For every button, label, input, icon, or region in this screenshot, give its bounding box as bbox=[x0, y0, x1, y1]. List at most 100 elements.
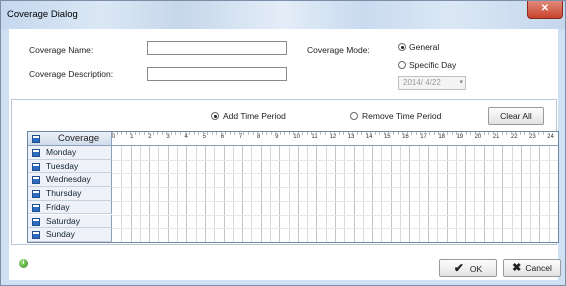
grid-hline bbox=[112, 200, 558, 202]
hour-tick bbox=[492, 132, 494, 135]
hour-tick bbox=[166, 132, 168, 135]
hour-tick bbox=[411, 132, 413, 135]
hour-tick bbox=[474, 132, 476, 135]
hour-tick bbox=[234, 132, 236, 135]
info-icon[interactable]: i bbox=[19, 259, 28, 268]
hour-tick bbox=[143, 132, 145, 135]
day-row-monday[interactable]: Monday bbox=[28, 146, 112, 160]
hour-tick bbox=[257, 132, 259, 135]
clear-all-button[interactable]: Clear All bbox=[488, 107, 544, 125]
remove-time-period-radio[interactable] bbox=[350, 112, 358, 120]
coverage-description-label: Coverage Description: bbox=[29, 69, 114, 79]
hour-tick bbox=[343, 132, 345, 135]
hour-label: 21 bbox=[492, 134, 500, 140]
day-row-wednesday[interactable]: Wednesday bbox=[28, 173, 112, 188]
hour-tick bbox=[152, 132, 154, 135]
hour-tick bbox=[433, 132, 435, 135]
hour-tick bbox=[402, 132, 404, 135]
day-row-sunday[interactable]: Sunday bbox=[28, 228, 112, 242]
calendar-icon bbox=[32, 176, 40, 185]
hour-tick bbox=[238, 132, 240, 135]
hour-tick bbox=[198, 132, 200, 135]
grid-hline bbox=[112, 159, 558, 161]
check-icon: ✔ bbox=[453, 261, 464, 275]
calendar-icon bbox=[32, 231, 40, 240]
hour-tick bbox=[116, 132, 118, 135]
ok-label: OK bbox=[469, 264, 483, 274]
add-time-period-radio[interactable] bbox=[211, 112, 219, 120]
coverage-mode-label: Coverage Mode: bbox=[307, 45, 370, 55]
hour-tick bbox=[229, 132, 231, 135]
hour-tick bbox=[207, 132, 209, 135]
hour-tick bbox=[461, 132, 462, 135]
hour-tick bbox=[297, 132, 299, 135]
hour-tick bbox=[533, 132, 535, 135]
coverage-header: Coverage bbox=[28, 132, 112, 146]
hour-tick bbox=[442, 132, 444, 135]
hour-tick bbox=[275, 132, 277, 135]
ok-button[interactable]: ✔ OK bbox=[439, 259, 497, 277]
mode-general-radio[interactable] bbox=[398, 43, 406, 51]
day-label: Thursday bbox=[46, 188, 82, 199]
hour-tick bbox=[424, 132, 426, 135]
close-icon: ✕ bbox=[540, 3, 550, 14]
hour-tick bbox=[388, 132, 390, 135]
hour-tick bbox=[247, 132, 249, 135]
day-row-friday[interactable]: Friday bbox=[28, 200, 112, 215]
hour-tick bbox=[266, 132, 268, 135]
hour-tick bbox=[347, 132, 349, 135]
hour-tick bbox=[139, 132, 141, 135]
day-label: Friday bbox=[46, 201, 70, 212]
date-picker: 2014/ 4/22 ▾ bbox=[398, 76, 466, 90]
hour-tick bbox=[497, 132, 499, 135]
hour-tick bbox=[515, 132, 517, 135]
hour-label: 15 bbox=[383, 134, 391, 140]
hour-tick bbox=[542, 132, 544, 135]
day-row-thursday[interactable]: Thursday bbox=[28, 187, 112, 201]
hour-tick bbox=[315, 132, 317, 135]
hour-tick bbox=[483, 132, 485, 135]
hour-tick bbox=[161, 132, 163, 135]
hour-tick bbox=[211, 132, 213, 135]
coverage-name-input[interactable] bbox=[147, 41, 287, 55]
hour-label: 18 bbox=[438, 134, 446, 140]
hour-tick bbox=[320, 132, 322, 135]
hour-label: 23 bbox=[528, 134, 536, 140]
hour-label: 16 bbox=[402, 134, 409, 140]
hour-tick bbox=[524, 132, 526, 135]
time-slot-grid[interactable] bbox=[112, 146, 558, 242]
calendar-icon bbox=[32, 149, 40, 157]
hour-tick bbox=[438, 132, 440, 135]
cancel-button[interactable]: ✖ Cancel bbox=[503, 259, 561, 277]
date-value: 2014/ 4/22 bbox=[403, 78, 441, 87]
hour-tick bbox=[510, 132, 512, 135]
calendar-icon bbox=[32, 190, 40, 199]
hour-tick bbox=[112, 132, 113, 135]
day-row-tuesday[interactable]: Tuesday bbox=[28, 159, 112, 174]
hour-tick bbox=[329, 132, 331, 135]
hour-label: 10 bbox=[293, 134, 300, 140]
hour-tick bbox=[447, 132, 449, 135]
hour-tick bbox=[284, 132, 286, 135]
close-button[interactable]: ✕ bbox=[527, 1, 563, 19]
hour-tick bbox=[538, 132, 540, 135]
day-row-saturday[interactable]: Saturday bbox=[28, 214, 112, 229]
hour-tick bbox=[506, 132, 508, 135]
hour-tick bbox=[225, 132, 227, 135]
hour-tick bbox=[374, 132, 376, 135]
hour-tick bbox=[451, 132, 453, 135]
coverage-description-input[interactable] bbox=[147, 67, 287, 81]
hour-tick bbox=[334, 132, 336, 135]
window-title: Coverage Dialog bbox=[7, 9, 78, 20]
day-label: Sunday bbox=[46, 229, 75, 240]
grid-hline bbox=[112, 173, 558, 175]
calendar-icon bbox=[32, 217, 40, 226]
hour-tick bbox=[175, 132, 177, 135]
hour-tick bbox=[406, 132, 408, 135]
hour-tick bbox=[420, 132, 422, 135]
x-icon: ✖ bbox=[512, 262, 522, 274]
mode-specific-day-label: Specific Day bbox=[409, 60, 457, 70]
hour-tick bbox=[261, 132, 263, 135]
hour-tick bbox=[356, 132, 358, 135]
mode-specific-day-radio[interactable] bbox=[398, 61, 406, 69]
